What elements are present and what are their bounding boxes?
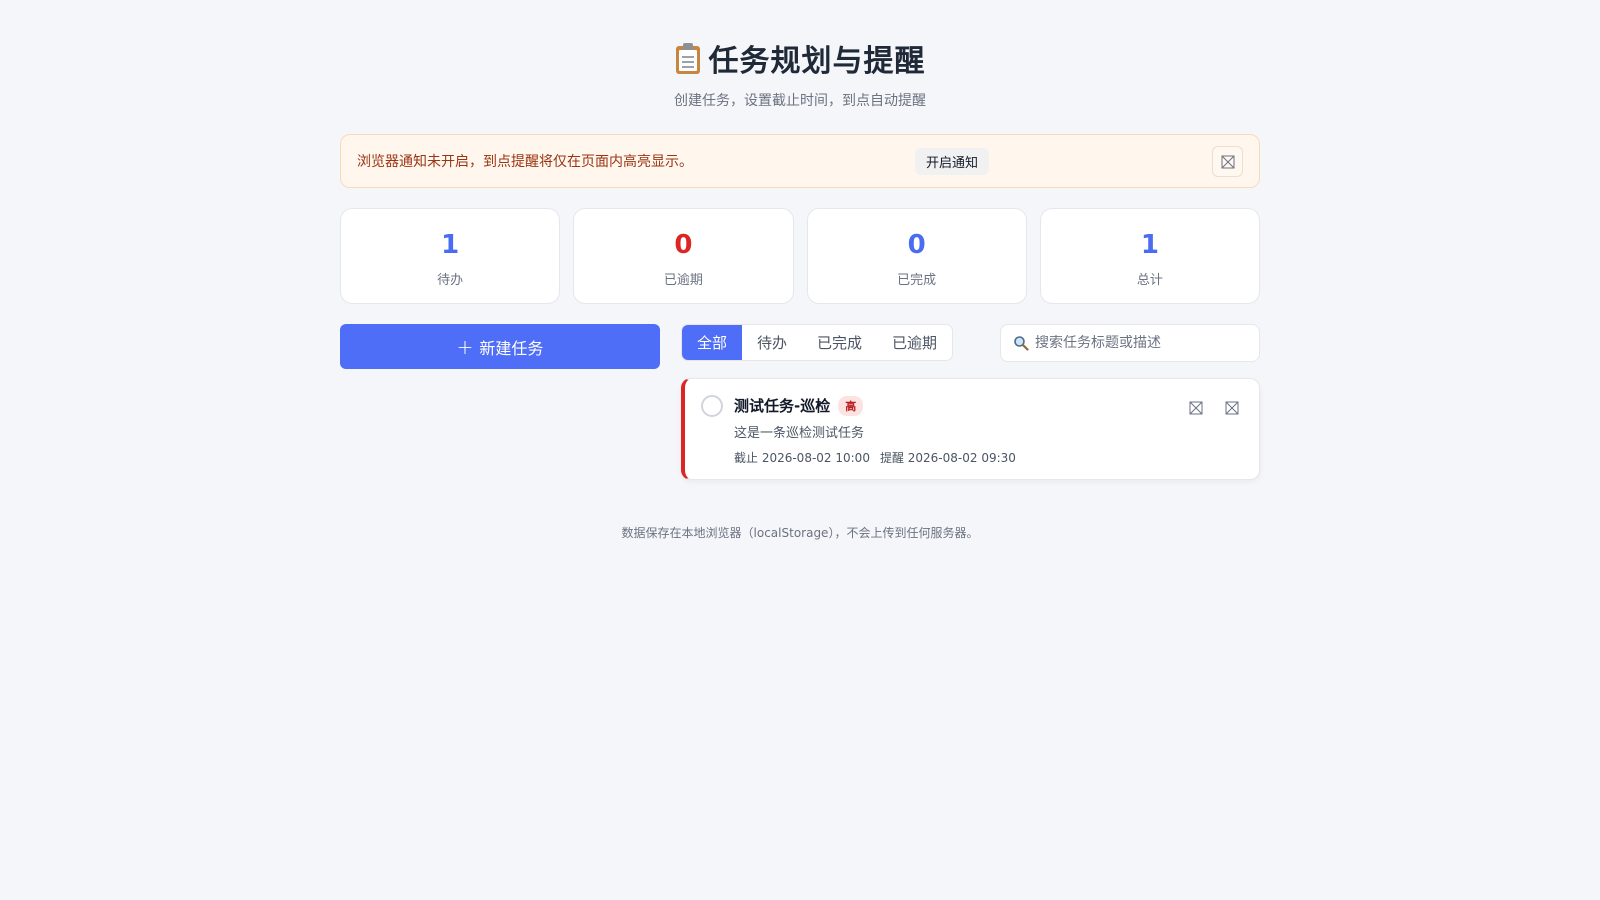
delete-icon: [1225, 401, 1239, 415]
stat-card-pending: 1 待办: [340, 208, 561, 304]
search-icon: [1014, 336, 1029, 351]
stat-label: 已逾期: [663, 273, 703, 288]
search-input[interactable]: [1035, 335, 1235, 351]
edit-task-button[interactable]: [1189, 401, 1205, 417]
task-complete-checkbox[interactable]: [701, 395, 723, 417]
stat-label: 总计: [1136, 273, 1163, 288]
task-card: 测试任务-巡检 高 这是一条巡检测试任务 截止 2026-08-02 10:00…: [681, 378, 1260, 480]
task-due: 截止 2026-08-02 10:00: [734, 451, 870, 465]
new-task-label: 新建任务: [479, 338, 544, 358]
new-task-button[interactable]: + 新建任务: [340, 324, 660, 369]
app-container: 任务规划与提醒 创建任务，设置截止时间，到点自动提醒 浏览器通知未开启，到点提醒…: [340, 0, 1260, 541]
task-title: 测试任务-巡检 高: [734, 395, 864, 416]
stat-card-overdue: 0 已逾期: [573, 208, 794, 304]
toolbar: + 新建任务 全部 待办 已完成 已逾期: [340, 324, 1260, 370]
task-description: 这是一条巡检测试任务: [734, 426, 865, 441]
dismiss-banner-button[interactable]: [1212, 146, 1243, 177]
plus-icon: +: [456, 334, 474, 359]
notification-banner: 浏览器通知未开启，到点提醒将仅在页面内高亮显示。 开启通知: [340, 134, 1260, 188]
tab-all[interactable]: 全部: [682, 325, 743, 360]
enable-notification-button[interactable]: 开启通知: [915, 148, 990, 175]
stat-label: 待办: [437, 273, 464, 288]
tab-pending[interactable]: 待办: [742, 325, 802, 360]
edit-icon: [1189, 401, 1203, 415]
tab-overdue[interactable]: 已逾期: [877, 325, 952, 360]
stat-value: 1: [1140, 230, 1159, 260]
stat-value: 0: [674, 230, 693, 260]
task-title-text: 测试任务-巡检: [734, 397, 831, 415]
stat-card-completed: 0 已完成: [806, 208, 1027, 304]
priority-badge: 高: [838, 395, 864, 416]
delete-task-button[interactable]: [1225, 401, 1241, 417]
stat-value: 0: [907, 230, 926, 260]
page-title: 任务规划与提醒: [675, 36, 926, 80]
header: 任务规划与提醒 创建任务，设置截止时间，到点自动提醒: [340, 0, 1260, 110]
page-subtitle: 创建任务，设置截止时间，到点自动提醒: [674, 93, 926, 109]
stat-label: 已完成: [897, 273, 937, 288]
search-box: [1000, 324, 1260, 362]
close-icon: [1221, 155, 1234, 168]
stat-card-total: 1 总计: [1039, 208, 1260, 304]
footer-note: 数据保存在本地浏览器（localStorage），不会上传到任何服务器。: [621, 526, 979, 540]
tab-completed[interactable]: 已完成: [802, 325, 877, 360]
notification-banner-text: 浏览器通知未开启，到点提醒将仅在页面内高亮显示。: [357, 154, 693, 170]
clipboard-icon: [675, 42, 701, 74]
filter-tabs: 全部 待办 已完成 已逾期: [681, 324, 954, 361]
stat-value: 1: [441, 230, 460, 260]
task-remind: 提醒 2026-08-02 09:30: [879, 451, 1016, 465]
page-title-text: 任务规划与提醒: [708, 44, 926, 79]
task-meta: 截止 2026-08-02 10:00 提醒 2026-08-02 09:30: [734, 449, 1016, 466]
task-actions: [1189, 401, 1241, 417]
stats-row: 1 待办 0 已逾期 0 已完成 1 总计: [340, 208, 1260, 304]
